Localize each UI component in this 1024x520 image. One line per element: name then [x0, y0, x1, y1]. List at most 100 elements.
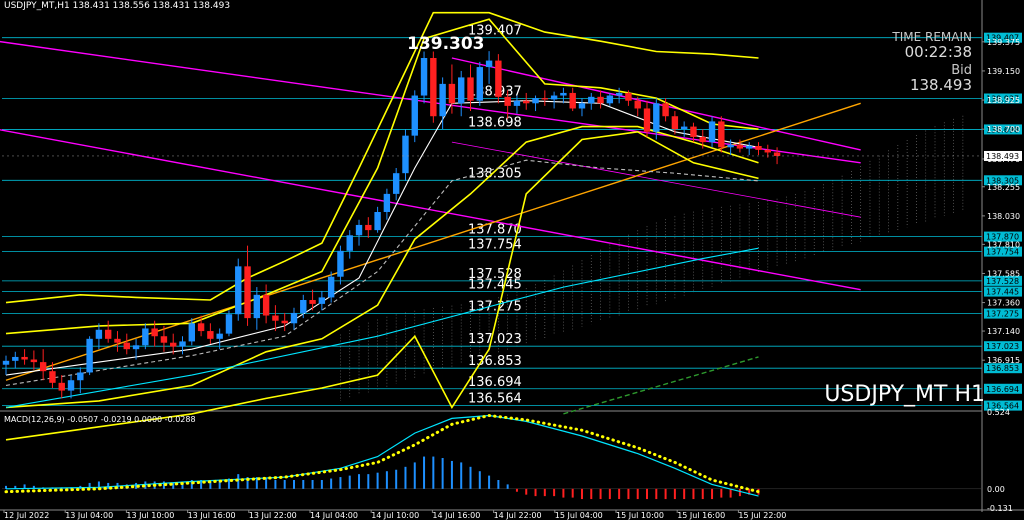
- indicator-overlays: [5, 11, 759, 441]
- candle-body: [523, 100, 530, 104]
- tick-label: 137.585: [987, 269, 1020, 278]
- candle-body: [569, 92, 576, 109]
- time-label: 14 Jul 16:00: [432, 511, 480, 520]
- candle-body: [132, 345, 140, 350]
- candle-body: [773, 152, 781, 156]
- candle-body: [736, 144, 744, 149]
- time-remain-label: TIME REMAIN: [892, 30, 972, 44]
- level-label: 137.445: [468, 278, 522, 293]
- candle-body: [392, 173, 400, 194]
- candle-body: [699, 136, 706, 143]
- candle-body: [318, 297, 326, 304]
- time-axis: 12 Jul 2022 13 Jul 04:00 13 Jul 10:00 13 Ju…: [3, 510, 786, 520]
- time-label: 13 Jul 04:00: [65, 511, 113, 520]
- candle-body: [504, 96, 511, 106]
- tick-label: 139.375: [987, 38, 1020, 47]
- tick-label: 138.700: [987, 125, 1020, 134]
- candle: [281, 312, 288, 332]
- candle: [718, 116, 725, 153]
- candle-body: [346, 235, 353, 251]
- candle-body: [170, 342, 177, 347]
- candle: [235, 258, 242, 321]
- candle-body: [216, 333, 223, 339]
- candle-body: [49, 371, 56, 383]
- level-label: 138.305: [468, 166, 522, 181]
- candle: [764, 144, 771, 158]
- level-label: 137.275: [468, 300, 522, 315]
- candle: [318, 290, 326, 311]
- candle-body: [244, 266, 251, 319]
- axis-price-tag: 137.275: [984, 308, 1022, 319]
- last-price-tag-label: 138.493: [986, 152, 1019, 161]
- candle-body: [448, 83, 456, 104]
- candle: [411, 90, 418, 143]
- tick-label: 137.360: [987, 299, 1020, 308]
- candle-body: [588, 96, 595, 104]
- candle-body: [104, 329, 112, 339]
- candle: [606, 92, 614, 106]
- candle: [123, 333, 130, 355]
- level-label: 136.564: [468, 392, 522, 407]
- candle: [300, 294, 307, 319]
- bollinger-upper-inner-line: [5, 18, 759, 335]
- high-price-annotation: 139.303: [407, 34, 484, 54]
- price-chart[interactable]: 139.407 139.407138.937 138.937138.698 138.6…: [0, 0, 1024, 520]
- level-label: 138.698: [468, 115, 522, 130]
- axis-tag-label: 137.275: [986, 310, 1019, 319]
- tick-label: 137.140: [987, 327, 1020, 336]
- macd-tick-label: 0.00: [987, 485, 1005, 494]
- candle: [77, 367, 84, 394]
- candle-body: [337, 250, 344, 277]
- candle: [420, 51, 428, 104]
- candle-body: [179, 341, 186, 347]
- time-label: 12 Jul 2022: [4, 511, 49, 520]
- candle-body: [225, 314, 233, 334]
- axis-price-tag: 137.023: [984, 341, 1022, 352]
- candle: [142, 323, 149, 350]
- candle: [114, 331, 121, 352]
- symbol-watermark: USDJPY_MT H1: [824, 382, 985, 407]
- axis-tag-label: 136.853: [986, 364, 1019, 373]
- chart-window[interactable]: 139.407 139.407 138.937 138.937 138.698 138.6…: [0, 0, 1024, 520]
- macd-histogram: [5, 456, 760, 500]
- time-label: 13 Jul 16:00: [188, 511, 236, 520]
- candle: [30, 350, 38, 370]
- candle-body: [606, 95, 614, 104]
- candle: [680, 121, 688, 137]
- candle: [374, 206, 381, 233]
- candle-body: [142, 328, 149, 346]
- candle: [392, 168, 400, 201]
- candle: [12, 351, 19, 369]
- candle: [476, 61, 483, 106]
- candle-body: [625, 92, 632, 101]
- tick-label: 136.915: [987, 356, 1020, 365]
- last-price-tag: 138.493: [984, 150, 1022, 161]
- candle: [550, 91, 558, 109]
- bollinger-lower-inner-line: [5, 125, 759, 409]
- candle-body: [634, 100, 641, 109]
- candle: [560, 87, 567, 104]
- time-label: 14 Jul 04:00: [310, 511, 358, 520]
- level-label: 136.853: [468, 354, 522, 369]
- ma-dashed-line: [5, 159, 759, 386]
- candle-body: [560, 92, 567, 96]
- candle-body: [458, 77, 465, 104]
- candle: [402, 129, 409, 181]
- candle: [588, 92, 595, 110]
- candle-body: [30, 359, 38, 363]
- candle-body: [365, 224, 372, 231]
- candle: [458, 70, 465, 117]
- macd-tick-label: -0.131: [987, 504, 1013, 513]
- candle: [104, 320, 112, 343]
- candle-body: [272, 315, 279, 321]
- axis-price-tag: 136.694: [984, 383, 1022, 394]
- candle-body: [513, 100, 521, 106]
- candle: [365, 217, 372, 238]
- candle: [21, 349, 28, 365]
- candle-body: [86, 338, 93, 373]
- candle: [244, 245, 251, 326]
- candle-body: [550, 95, 558, 100]
- tick-label: 138.255: [987, 183, 1020, 192]
- candle-body: [643, 108, 651, 132]
- candle-body: [253, 294, 261, 319]
